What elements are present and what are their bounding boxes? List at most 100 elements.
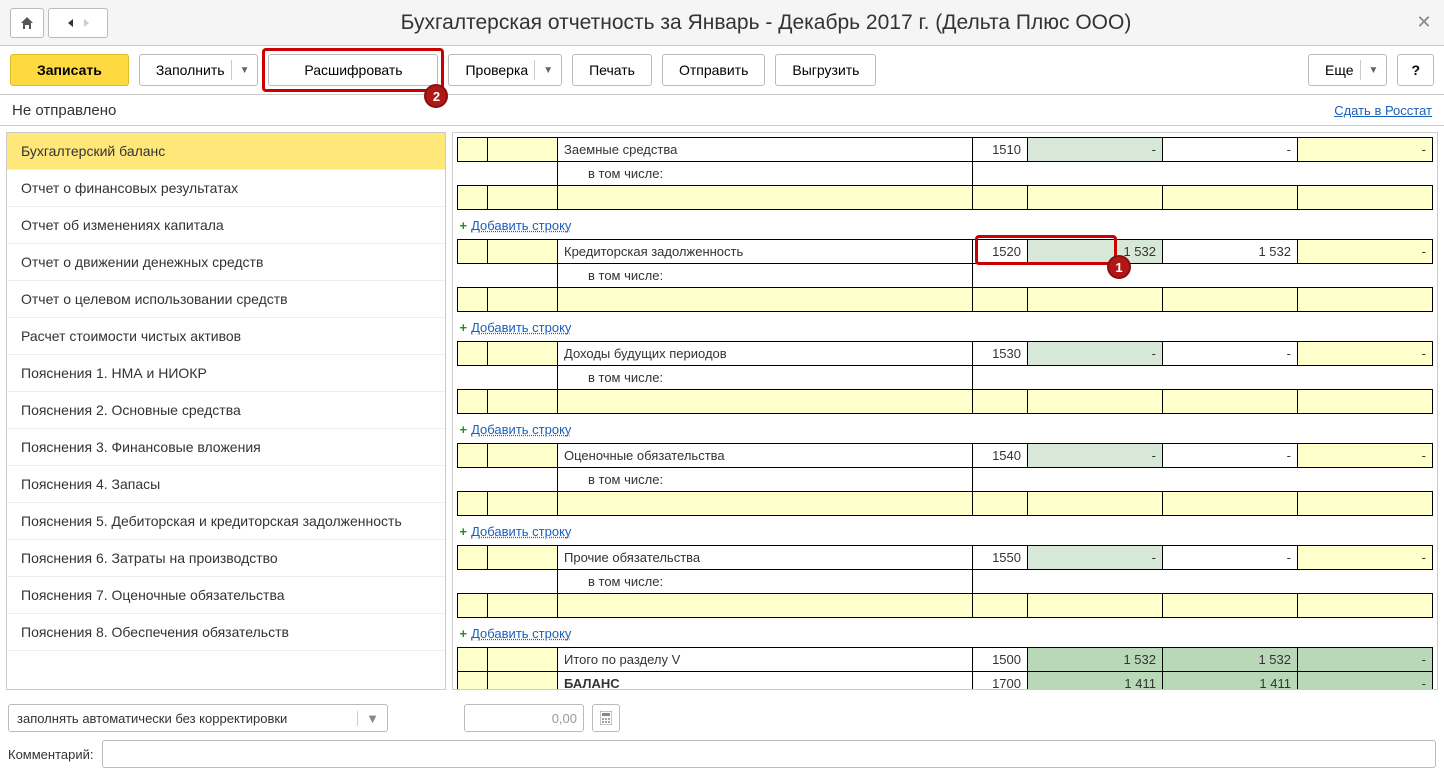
plus-icon: + — [460, 218, 468, 233]
table-row: в том числе: — [458, 264, 1433, 288]
table-row: БАЛАНС 1700 1 411 1 411 — [458, 672, 1433, 691]
nav-back-forward[interactable] — [48, 8, 108, 38]
export-button[interactable]: Выгрузить — [775, 54, 876, 86]
decode-button[interactable]: Расшифровать — [268, 54, 438, 86]
comment-label: Комментарий: — [8, 747, 94, 762]
save-button[interactable]: Записать — [10, 54, 129, 86]
row-code: 1510 — [973, 138, 1028, 162]
plus-icon: + — [460, 524, 468, 539]
cell[interactable] — [1298, 672, 1433, 691]
cell[interactable] — [1298, 648, 1433, 672]
content-area[interactable]: Заемные средства 1510 в том числе: — [452, 132, 1438, 690]
add-row-link[interactable]: Добавить строку — [471, 214, 571, 237]
sidebar-item[interactable]: Пояснения 6. Затраты на производство — [7, 540, 445, 577]
including-label: в том числе: — [558, 468, 973, 492]
cell[interactable]: 1 411 — [1028, 672, 1163, 691]
cell[interactable]: 1 532 — [1163, 240, 1298, 264]
close-icon[interactable]: ✕ — [1414, 13, 1434, 33]
row-name: Прочие обязательства — [558, 546, 973, 570]
sidebar-item[interactable]: Пояснения 4. Запасы — [7, 466, 445, 503]
add-row-link[interactable]: Добавить строку — [471, 622, 571, 645]
table-row: Доходы будущих периодов 1530 — [458, 342, 1433, 366]
sidebar-item[interactable]: Пояснения 5. Дебиторская и кредиторская … — [7, 503, 445, 540]
table-row: Прочие обязательства 1550 — [458, 546, 1433, 570]
sidebar-item[interactable]: Пояснения 3. Финансовые вложения — [7, 429, 445, 466]
plus-icon: + — [460, 626, 468, 641]
row-code: 1530 — [973, 342, 1028, 366]
cell[interactable] — [1298, 444, 1433, 468]
cell[interactable] — [1163, 342, 1298, 366]
row-name: Итого по разделу V — [558, 648, 973, 672]
row-name: Кредиторская задолженность — [558, 240, 973, 264]
fill-button[interactable]: Заполнить▼ — [139, 54, 259, 86]
cell-highlighted[interactable]: 1 532 — [1028, 240, 1163, 264]
more-button[interactable]: Еще▼ — [1308, 54, 1387, 86]
sidebar-item[interactable]: Пояснения 7. Оценочные обязательства — [7, 577, 445, 614]
sidebar-item[interactable]: Отчет о движении денежных средств — [7, 244, 445, 281]
row-code: 1550 — [973, 546, 1028, 570]
cell[interactable]: 1 532 — [1028, 648, 1163, 672]
add-row-link[interactable]: Добавить строку — [471, 520, 571, 543]
sidebar-item[interactable]: Пояснения 1. НМА и НИОКР — [7, 355, 445, 392]
add-row-link[interactable]: Добавить строку — [471, 418, 571, 441]
cell[interactable] — [1298, 138, 1433, 162]
table-row — [458, 186, 1433, 210]
cell[interactable] — [1028, 138, 1163, 162]
calculator-icon[interactable] — [592, 704, 620, 732]
plus-icon: + — [460, 422, 468, 437]
table-row — [458, 492, 1433, 516]
cell[interactable] — [1298, 546, 1433, 570]
including-label: в том числе: — [558, 162, 973, 186]
sidebar-item[interactable]: Расчет стоимости чистых активов — [7, 318, 445, 355]
cell[interactable] — [1163, 546, 1298, 570]
sidebar-item-balance[interactable]: Бухгалтерский баланс — [7, 133, 445, 170]
chevron-down-icon: ▼ — [231, 60, 250, 80]
check-button[interactable]: Проверка▼ — [448, 54, 562, 86]
including-label: в том числе: — [558, 366, 973, 390]
table-row: в том числе: — [458, 366, 1433, 390]
including-label: в том числе: — [558, 570, 973, 594]
table-row: в том числе: — [458, 468, 1433, 492]
row-name: Заемные средства — [558, 138, 973, 162]
cell[interactable] — [1163, 138, 1298, 162]
value-input[interactable]: 0,00 — [464, 704, 584, 732]
page-title: Бухгалтерская отчетность за Январь - Дек… — [118, 11, 1414, 35]
chevron-down-icon: ▼ — [1360, 60, 1379, 80]
add-row-link[interactable]: Добавить строку — [471, 316, 571, 339]
row-code: 1500 — [973, 648, 1028, 672]
table-row: в том числе: — [458, 162, 1433, 186]
help-button[interactable]: ? — [1397, 54, 1434, 86]
cell[interactable] — [1028, 444, 1163, 468]
table-row — [458, 390, 1433, 414]
home-button[interactable] — [10, 8, 44, 38]
sidebar-item[interactable]: Пояснения 8. Обеспечения обязательств — [7, 614, 445, 651]
sidebar[interactable]: Бухгалтерский баланс Отчет о финансовых … — [6, 132, 446, 690]
cell[interactable] — [1028, 342, 1163, 366]
including-label: в том числе: — [558, 264, 973, 288]
cell[interactable]: 1 411 — [1163, 672, 1298, 691]
sidebar-item[interactable]: Отчет о финансовых результатах — [7, 170, 445, 207]
status-text: Не отправлено — [12, 102, 116, 119]
callout-1: 1 — [1107, 255, 1131, 279]
table-row: Оценочные обязательства 1540 — [458, 444, 1433, 468]
row-name: Доходы будущих периодов — [558, 342, 973, 366]
plus-icon: + — [460, 320, 468, 335]
sidebar-item[interactable]: Пояснения 2. Основные средства — [7, 392, 445, 429]
cell[interactable]: 1 532 — [1163, 648, 1298, 672]
table-row: Заемные средства 1510 — [458, 138, 1433, 162]
cell[interactable] — [1028, 546, 1163, 570]
cell[interactable] — [1298, 240, 1433, 264]
submit-rosstat-link[interactable]: Сдать в Росстат — [1334, 103, 1432, 118]
row-name: Оценочные обязательства — [558, 444, 973, 468]
print-button[interactable]: Печать — [572, 54, 652, 86]
cell[interactable] — [1298, 342, 1433, 366]
row-code: 1540 — [973, 444, 1028, 468]
send-button[interactable]: Отправить — [662, 54, 765, 86]
row-name: БАЛАНС — [558, 672, 973, 691]
comment-input[interactable] — [102, 740, 1437, 768]
sidebar-item[interactable]: Отчет об изменениях капитала — [7, 207, 445, 244]
row-code: 1520 — [973, 240, 1028, 264]
sidebar-item[interactable]: Отчет о целевом использовании средств — [7, 281, 445, 318]
cell[interactable] — [1163, 444, 1298, 468]
fill-mode-select[interactable]: заполнять автоматически без корректировк… — [8, 704, 388, 732]
